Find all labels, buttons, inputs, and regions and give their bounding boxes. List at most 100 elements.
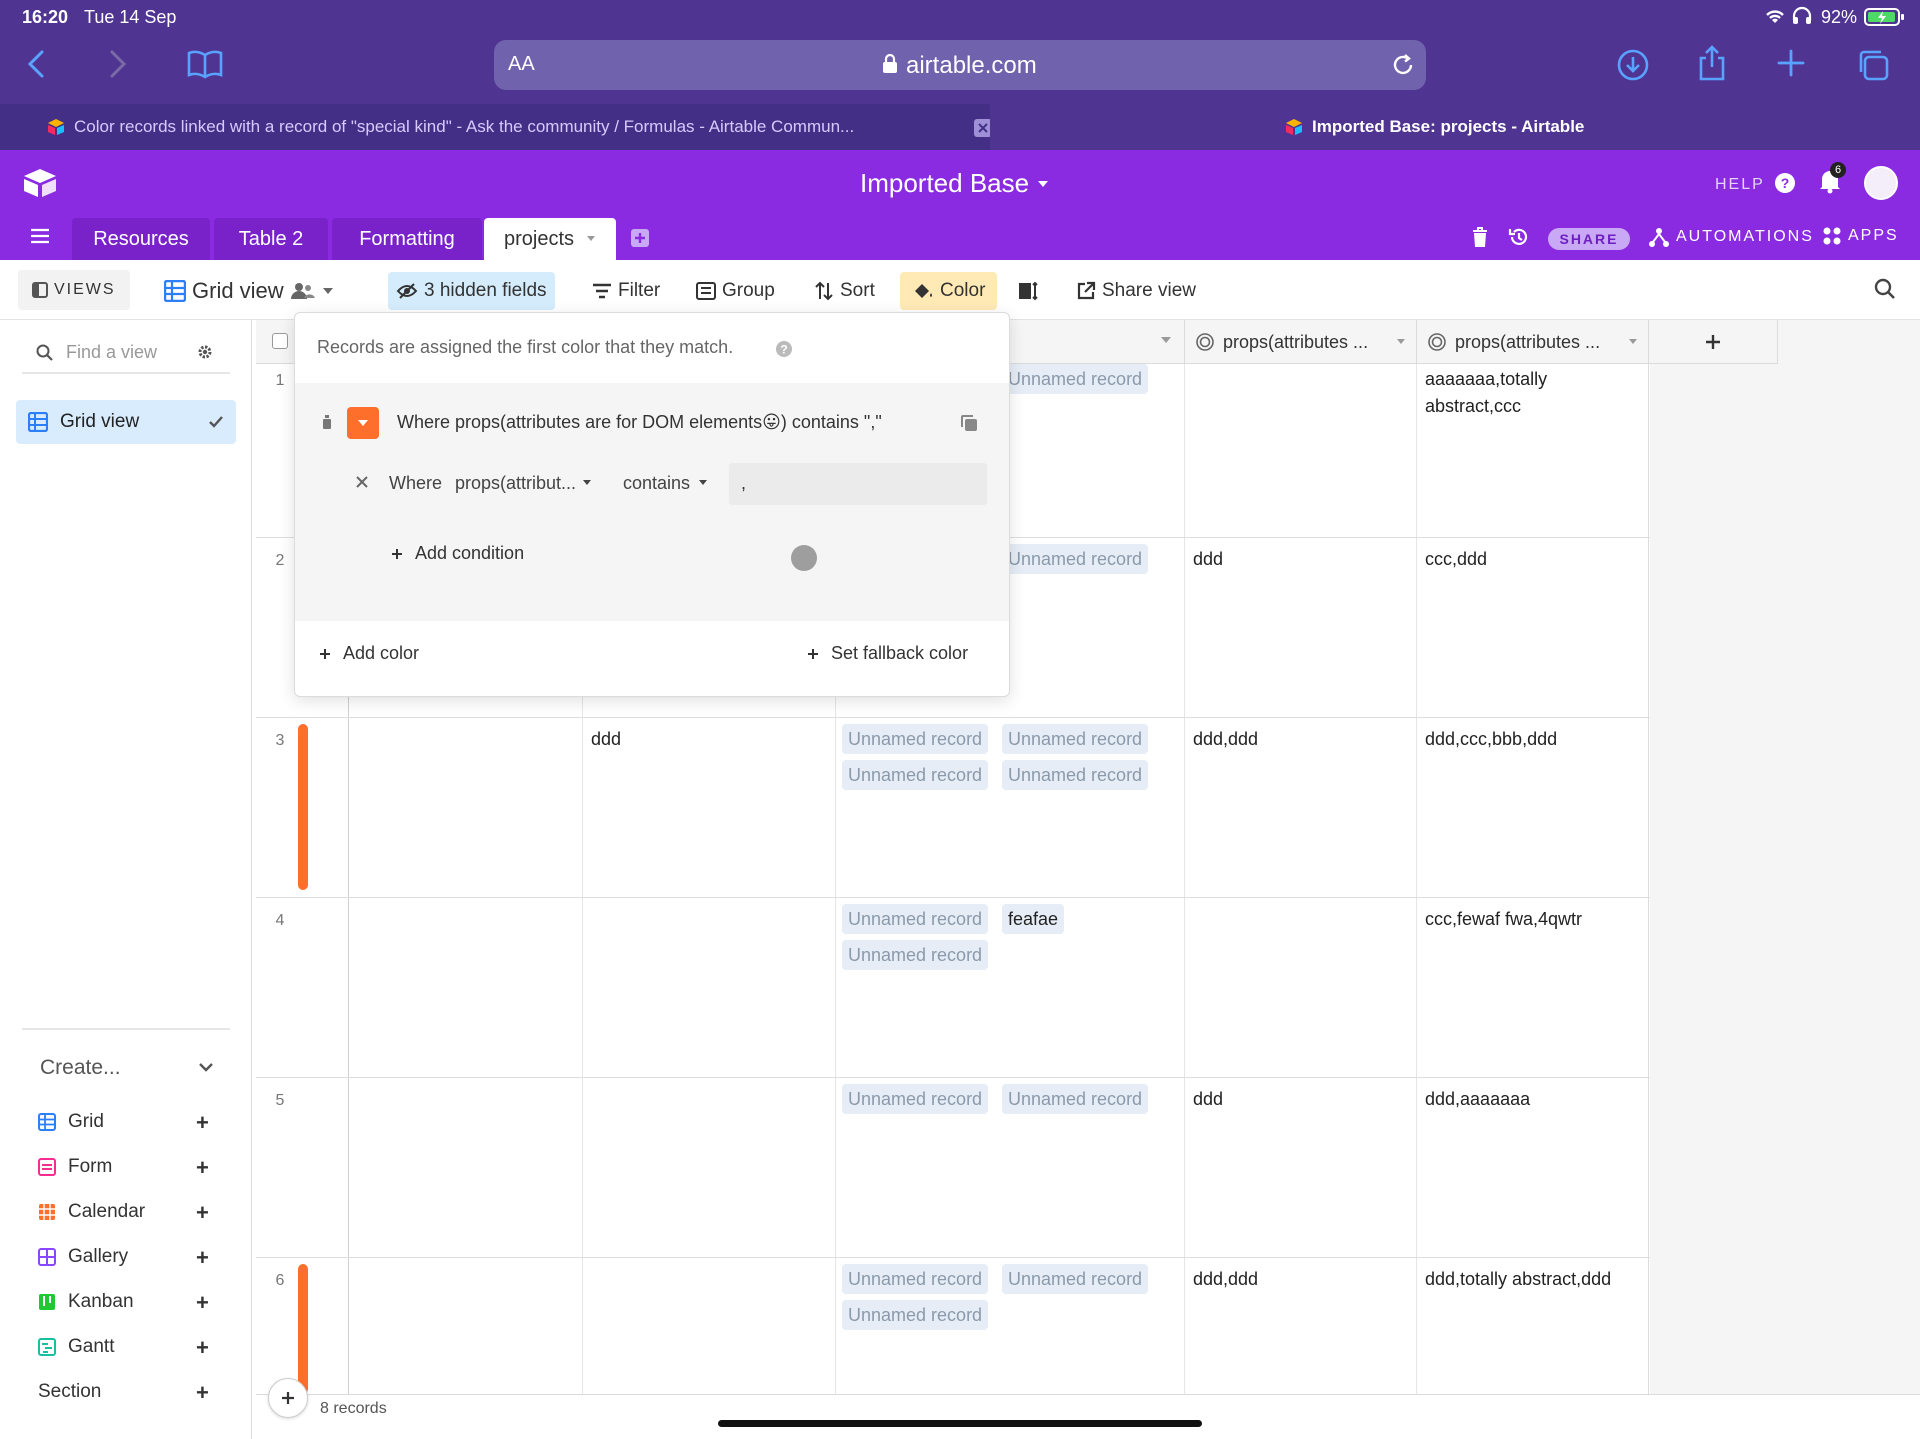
linked-record-chip[interactable]: Unnamed record xyxy=(842,724,989,754)
select-all-checkbox[interactable] xyxy=(272,333,288,349)
cell-col-b[interactable]: ddd,aaaaaaa xyxy=(1425,1086,1530,1113)
column-menu-icon[interactable] xyxy=(1160,336,1172,344)
create-form-item[interactable]: Form xyxy=(38,1156,112,1178)
cell-col-a[interactable]: ddd,ddd xyxy=(1193,1266,1258,1293)
linked-record-chip[interactable]: Unnamed record xyxy=(1002,544,1149,574)
help-icon[interactable]: ? xyxy=(1774,172,1796,194)
tab-formatting[interactable]: Formatting xyxy=(332,218,482,260)
duplicate-rule-icon[interactable] xyxy=(959,413,979,433)
color-button[interactable]: Color xyxy=(900,272,998,310)
add-kanban-icon[interactable]: + xyxy=(196,1290,209,1316)
search-icon[interactable] xyxy=(1874,278,1896,300)
linked-record-chip[interactable]: Unnamed record xyxy=(1002,1264,1149,1294)
trash-icon[interactable] xyxy=(1470,226,1490,248)
address-bar[interactable]: AA airtable.com xyxy=(494,40,1426,90)
tab-resources[interactable]: Resources xyxy=(72,218,210,260)
browser-tab-active[interactable]: Imported Base: projects - Airtable xyxy=(990,104,1920,150)
base-name-menu[interactable]: Imported Base xyxy=(860,168,1049,199)
linked-record-chip[interactable]: feafae xyxy=(1002,904,1065,934)
linked-record-chip[interactable]: Unnamed record xyxy=(1002,760,1149,790)
create-gantt-item[interactable]: Gantt xyxy=(38,1336,114,1358)
linked-record-chip[interactable]: Unnamed record xyxy=(842,760,989,790)
views-toggle-button[interactable]: VIEWS xyxy=(18,270,130,310)
automations-button[interactable]: AUTOMATIONS xyxy=(1648,226,1814,248)
set-fallback-color-button[interactable]: Set fallback color xyxy=(807,643,968,664)
cell-col-b[interactable]: ddd,ccc,bbb,ddd xyxy=(1425,726,1557,753)
cell-col-b[interactable]: ccc,fewaf fwa,4qwtr xyxy=(1425,906,1582,933)
group-button[interactable]: Group xyxy=(688,272,783,310)
column-header-a[interactable]: props(attributes ... xyxy=(1184,320,1416,364)
forward-icon[interactable] xyxy=(104,48,130,80)
download-icon[interactable] xyxy=(1616,48,1650,82)
add-grid-icon[interactable]: + xyxy=(196,1110,209,1136)
row-height-button[interactable] xyxy=(1010,272,1048,310)
cell-col-a[interactable]: ddd,ddd xyxy=(1193,726,1258,753)
new-tab-icon[interactable] xyxy=(1776,48,1806,78)
filter-button[interactable]: Filter xyxy=(584,272,668,310)
cell-col-a[interactable]: ddd xyxy=(1193,546,1223,573)
add-condition-button[interactable]: Add condition xyxy=(391,543,524,564)
create-grid-item[interactable]: Grid xyxy=(38,1111,104,1133)
share-icon[interactable] xyxy=(1696,44,1728,82)
condition-value-input[interactable]: , xyxy=(729,463,987,505)
text-size-button[interactable]: AA xyxy=(508,53,535,76)
create-calendar-item[interactable]: Calendar xyxy=(38,1201,145,1223)
cell-col-a[interactable]: ddd xyxy=(1193,1086,1223,1113)
help-link[interactable]: HELP xyxy=(1715,176,1765,194)
cell-col-b[interactable]: ddd,totally abstract,ddd xyxy=(1425,1266,1611,1293)
rule-summary[interactable]: Where props(attributes are for DOM eleme… xyxy=(397,412,882,433)
column-header-b[interactable]: props(attributes ... xyxy=(1416,320,1648,364)
history-icon[interactable] xyxy=(1508,226,1530,248)
condition-field-select[interactable]: props(attribut... xyxy=(455,467,615,499)
cell-col-b[interactable]: ccc,ddd xyxy=(1425,546,1487,573)
bookmarks-icon[interactable] xyxy=(186,48,224,80)
create-gallery-item[interactable]: Gallery xyxy=(38,1246,128,1268)
add-table-icon[interactable] xyxy=(630,228,650,248)
share-view-button[interactable]: Share view xyxy=(1068,272,1204,310)
remove-condition-icon[interactable] xyxy=(355,475,369,489)
add-form-icon[interactable]: + xyxy=(196,1155,209,1181)
help-icon[interactable]: ? xyxy=(775,340,793,358)
linked-record-chip[interactable]: Unnamed record xyxy=(1002,364,1149,394)
caret-down-icon[interactable] xyxy=(586,235,596,243)
add-field-button[interactable] xyxy=(1648,320,1778,364)
add-record-button[interactable] xyxy=(268,1378,308,1418)
avatar[interactable] xyxy=(1864,166,1898,200)
add-calendar-icon[interactable]: + xyxy=(196,1200,209,1226)
tabs-overview-icon[interactable] xyxy=(1856,48,1890,82)
linked-record-chip[interactable]: Unnamed record xyxy=(842,904,989,934)
airtable-logo-icon[interactable] xyxy=(22,168,58,198)
linked-record-chip[interactable]: Unnamed record xyxy=(842,940,989,970)
browser-tab-community[interactable]: Color records linked with a record of "s… xyxy=(0,104,992,150)
drag-handle-icon[interactable] xyxy=(321,413,333,431)
sort-button[interactable]: Sort xyxy=(806,272,883,310)
add-section-icon[interactable]: + xyxy=(196,1380,209,1406)
linked-record-chip[interactable]: Unnamed record xyxy=(1002,1084,1149,1114)
tables-menu-icon[interactable] xyxy=(30,228,50,244)
reload-icon[interactable] xyxy=(1390,52,1416,78)
linked-record-chip[interactable]: Unnamed record xyxy=(842,1084,989,1114)
cell-text-col[interactable]: ddd xyxy=(591,726,621,753)
create-kanban-item[interactable]: Kanban xyxy=(38,1291,134,1313)
view-switcher[interactable]: Grid view xyxy=(156,272,342,310)
apps-button[interactable]: APPS xyxy=(1822,226,1899,246)
linked-record-chip[interactable]: Unnamed record xyxy=(1002,724,1149,754)
tab-table-2[interactable]: Table 2 xyxy=(214,218,328,260)
tab-projects[interactable]: projects xyxy=(484,218,616,260)
find-view-input[interactable]: Find a view xyxy=(22,330,230,374)
linked-record-chip[interactable]: Unnamed record xyxy=(842,1264,989,1294)
hidden-fields-button[interactable]: 3 hidden fields xyxy=(388,272,555,310)
cell-col-b[interactable]: aaaaaaa,totally abstract,ccc xyxy=(1425,366,1635,420)
share-base-button[interactable]: SHARE xyxy=(1548,228,1630,250)
add-gallery-icon[interactable]: + xyxy=(196,1245,209,1271)
condition-operator-select[interactable]: contains xyxy=(623,467,723,499)
gear-icon[interactable] xyxy=(196,343,214,361)
linked-record-chip[interactable]: Unnamed record xyxy=(842,1300,989,1330)
sidebar-item-grid-view[interactable]: Grid view xyxy=(16,400,236,444)
add-gantt-icon[interactable]: + xyxy=(196,1335,209,1361)
rule-color-swatch[interactable] xyxy=(347,407,379,439)
create-section-item[interactable]: Section xyxy=(38,1381,101,1403)
add-color-button[interactable]: Add color xyxy=(319,643,419,664)
back-icon[interactable] xyxy=(24,48,50,80)
create-view-toggle[interactable]: Create... xyxy=(22,1052,230,1084)
